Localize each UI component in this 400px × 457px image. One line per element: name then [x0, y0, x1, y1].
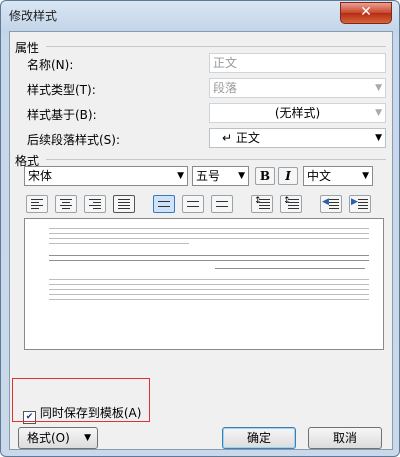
align-right-icon [89, 199, 101, 211]
decrease-indent-button[interactable]: ◀ [320, 195, 342, 213]
increase-indent-icon [358, 199, 368, 211]
next-style-label: 后续段落样式(S): [27, 133, 121, 147]
chevron-down-icon: ▼ [375, 108, 382, 118]
style-preview-pane [24, 218, 384, 350]
close-icon: ✕ [360, 4, 372, 20]
align-right-button[interactable] [84, 195, 106, 213]
script-select[interactable]: 中文 ▼ [303, 166, 373, 186]
next-style-value: 正文 [235, 131, 260, 145]
justify-icon [118, 199, 130, 211]
format-menu-button[interactable]: 格式(O) ▼ [18, 427, 98, 449]
dialog-title: 修改样式 [9, 9, 58, 23]
based-on-value: (无样式) [274, 106, 321, 120]
script-value: 中文 [307, 169, 332, 183]
section-divider [46, 46, 386, 47]
name-field[interactable]: 正文 [209, 53, 386, 73]
italic-button[interactable]: I [278, 167, 298, 185]
decrease-indent-icon [329, 199, 339, 211]
bold-button[interactable]: B [255, 167, 275, 185]
properties-section-title: 属性 [15, 41, 40, 55]
ok-button[interactable]: 确定 [222, 427, 296, 449]
chevron-down-icon: ▼ [362, 171, 369, 181]
line-spacing-single-button[interactable] [153, 195, 175, 213]
increase-indent-button[interactable]: ▶ [349, 195, 371, 213]
cancel-button[interactable]: 取消 [308, 427, 382, 449]
bold-icon: B [259, 169, 271, 183]
paragraph-mark-icon: ↵ [222, 131, 233, 145]
based-on-label: 样式基于(B): [27, 108, 97, 122]
justify-button[interactable] [113, 195, 135, 213]
line-spacing-1_5-icon [187, 201, 199, 209]
based-on-select[interactable]: (无样式) ▼ [209, 103, 386, 123]
line-spacing-double-button[interactable] [211, 195, 233, 213]
line-spacing-single-icon [158, 201, 170, 209]
align-left-button[interactable] [26, 195, 48, 213]
line-spacing-double-icon [216, 201, 228, 209]
font-value: 宋体 [28, 169, 53, 183]
chevron-down-icon: ▼ [375, 83, 382, 93]
modify-style-dialog: 修改样式 ✕ 属性 名称(N): 正文 样式类型(T): 段落 ▼ 样式基于(B… [0, 0, 400, 457]
space-before-button[interactable]: ↕ [251, 195, 273, 213]
line-spacing-1-5-button[interactable] [182, 195, 204, 213]
italic-icon: I [285, 169, 291, 183]
style-type-select[interactable]: 段落 ▼ [209, 78, 386, 98]
next-style-select[interactable]: ↵ 正文 ▼ [209, 128, 386, 148]
name-value: 正文 [213, 56, 238, 70]
close-button[interactable]: ✕ [340, 2, 392, 24]
font-size-select[interactable]: 五号 ▼ [192, 166, 249, 186]
align-left-icon [31, 199, 43, 211]
align-center-button[interactable] [55, 195, 77, 213]
format-menu-label: 格式(O) [27, 431, 70, 445]
ok-label: 确定 [246, 431, 271, 445]
chevron-down-icon: ▼ [238, 171, 245, 181]
chevron-down-icon: ▼ [375, 133, 382, 143]
align-center-icon [60, 199, 72, 211]
section-divider [46, 159, 386, 160]
chevron-down-icon: ▼ [177, 171, 184, 181]
font-size-value: 五号 [196, 169, 221, 183]
style-type-value: 段落 [213, 81, 238, 95]
name-label: 名称(N): [27, 58, 74, 72]
chevron-down-icon: ▼ [84, 433, 91, 443]
space-after-button[interactable]: ↕ [280, 195, 302, 213]
cancel-label: 取消 [332, 431, 357, 445]
style-type-label: 样式类型(T): [27, 83, 96, 97]
font-select[interactable]: 宋体 ▼ [24, 166, 188, 186]
highlight-box [12, 378, 150, 422]
